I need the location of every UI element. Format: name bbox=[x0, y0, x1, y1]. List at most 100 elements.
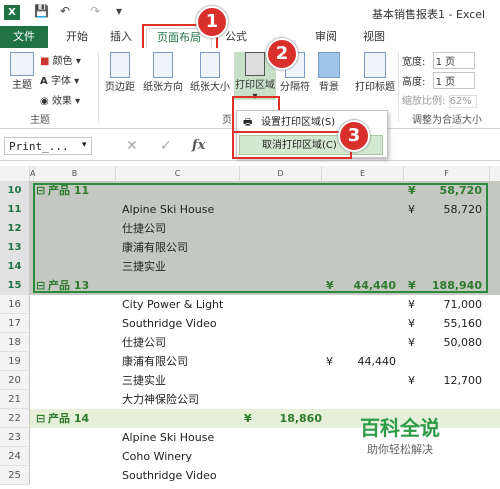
effects-label: 效果 bbox=[51, 96, 72, 107]
effects-icon: ◉ bbox=[40, 96, 49, 107]
tab-insert[interactable]: 插入 bbox=[104, 28, 138, 46]
size-button[interactable]: 纸张大小 bbox=[188, 52, 232, 93]
cell-f[interactable]: 12,700 bbox=[430, 371, 483, 390]
effects-button[interactable]: ◉ 效果 ▾ bbox=[40, 92, 96, 107]
height-label: 高度: bbox=[402, 77, 426, 88]
scale-height-row: 高度: 1 页 bbox=[402, 72, 498, 89]
themes-button[interactable]: 主题 bbox=[6, 52, 38, 91]
row-header[interactable]: 11 bbox=[0, 200, 30, 219]
step-badge-1: 1 bbox=[196, 6, 228, 38]
margins-icon bbox=[110, 52, 130, 78]
row-header[interactable]: 10 bbox=[0, 181, 30, 200]
set-print-area-icon: 🖶 bbox=[243, 117, 253, 128]
step-badge-3: 3 bbox=[338, 120, 370, 152]
customize-qat-icon[interactable]: ▾ bbox=[116, 4, 122, 18]
print-titles-icon bbox=[364, 52, 386, 78]
row-header[interactable]: 21 bbox=[0, 390, 30, 409]
table-row[interactable]: 20 三捷实业 ¥ 12,700 bbox=[0, 371, 500, 390]
row-header[interactable]: 16 bbox=[0, 295, 30, 314]
cell-f[interactable]: 55,160 bbox=[430, 314, 483, 333]
fonts-button[interactable]: A 字体 ▾ bbox=[40, 72, 96, 87]
cell-c[interactable]: City Power & Light bbox=[122, 295, 223, 314]
table-row[interactable]: 25 Southridge Video bbox=[0, 466, 500, 485]
enter-icon[interactable]: ✓ bbox=[160, 138, 172, 154]
width-select[interactable]: 1 页 bbox=[432, 52, 475, 69]
cell-c[interactable]: 大力神保险公司 bbox=[122, 390, 199, 409]
height-select[interactable]: 1 页 bbox=[432, 72, 475, 89]
size-label: 纸张大小 bbox=[190, 82, 230, 93]
row-header[interactable]: 13 bbox=[0, 238, 30, 257]
redo-icon[interactable]: ↷ bbox=[90, 4, 100, 18]
cell-f-currency: ¥ bbox=[408, 317, 415, 330]
cell-c[interactable]: Southridge Video bbox=[122, 466, 217, 485]
column-header-d[interactable]: D bbox=[240, 166, 322, 181]
cell-c: ¥ bbox=[244, 412, 252, 425]
column-header-c[interactable]: C bbox=[116, 166, 240, 181]
select-all-corner[interactable] bbox=[0, 166, 30, 181]
row-header[interactable]: 23 bbox=[0, 428, 30, 447]
fonts-label: 字体 bbox=[50, 76, 71, 87]
name-box-dropdown-icon[interactable]: ▾ bbox=[82, 140, 87, 150]
margins-button[interactable]: 页边距 bbox=[102, 52, 138, 93]
print-titles-button[interactable]: 打印标题 bbox=[352, 52, 398, 93]
print-titles-label: 打印标题 bbox=[355, 82, 395, 93]
cell-f-currency: ¥ bbox=[408, 336, 415, 349]
function-icon[interactable]: fx bbox=[192, 138, 205, 153]
row-header[interactable]: 25 bbox=[0, 466, 30, 485]
cell-c[interactable]: 康浦有限公司 bbox=[122, 352, 188, 371]
group-toggle-icon[interactable]: ⊟ bbox=[36, 409, 45, 428]
table-row[interactable]: 21 大力神保险公司 bbox=[0, 390, 500, 409]
step-badge-2: 2 bbox=[266, 38, 298, 70]
background-icon bbox=[318, 52, 340, 78]
print-area-border bbox=[33, 183, 488, 293]
tab-review[interactable]: 审阅 bbox=[308, 28, 344, 46]
row-header[interactable]: 15 bbox=[0, 276, 30, 295]
cell-f[interactable]: 50,080 bbox=[430, 333, 483, 352]
table-row[interactable]: 17 Southridge Video ¥ 55,160 bbox=[0, 314, 500, 333]
group-divider bbox=[398, 52, 399, 122]
undo-icon[interactable]: ↶ bbox=[60, 4, 70, 18]
table-row[interactable]: 18 仕捷公司 ¥ 50,080 bbox=[0, 333, 500, 352]
tab-home[interactable]: 开始 bbox=[60, 28, 94, 46]
row-header[interactable]: 19 bbox=[0, 352, 30, 371]
background-button[interactable]: 背景 bbox=[314, 52, 344, 93]
row-header[interactable]: 24 bbox=[0, 447, 30, 466]
column-header-e[interactable]: E bbox=[322, 166, 404, 181]
row-header[interactable]: 14 bbox=[0, 257, 30, 276]
column-header-f[interactable]: F bbox=[404, 166, 490, 181]
cell-c[interactable]: 仕捷公司 bbox=[122, 333, 166, 352]
cell-d: ¥ bbox=[326, 355, 333, 368]
cancel-icon[interactable]: ✕ bbox=[126, 138, 138, 154]
fonts-icon: A bbox=[40, 76, 48, 87]
group-label-page: 页 bbox=[222, 115, 232, 126]
background-label: 背景 bbox=[319, 82, 339, 93]
row-header[interactable]: 17 bbox=[0, 314, 30, 333]
column-header-b[interactable]: B bbox=[34, 166, 116, 181]
table-row[interactable]: 19 康浦有限公司 ¥ 44,440 bbox=[0, 352, 500, 371]
ribbon-tabs: 文件 开始 插入 页面布局 公式 审阅 视图 bbox=[0, 26, 500, 49]
cell-e[interactable]: 44,440 bbox=[344, 352, 397, 371]
table-row[interactable]: 16 City Power & Light ¥ 71,000 bbox=[0, 295, 500, 314]
row-header[interactable]: 12 bbox=[0, 219, 30, 238]
tab-view[interactable]: 视图 bbox=[356, 28, 392, 46]
cell-c[interactable]: Southridge Video bbox=[122, 314, 217, 333]
cell-c[interactable]: Alpine Ski House bbox=[122, 428, 214, 447]
save-icon[interactable]: 💾 bbox=[34, 4, 49, 18]
cell-d[interactable]: 18,860 bbox=[270, 409, 322, 428]
cell-c[interactable]: 三捷实业 bbox=[122, 371, 166, 390]
cell-c[interactable]: Coho Winery bbox=[122, 447, 192, 466]
orientation-icon bbox=[153, 52, 173, 78]
highlight-clear-print-area bbox=[232, 131, 352, 159]
tab-file[interactable]: 文件 bbox=[0, 26, 48, 48]
row-header[interactable]: 18 bbox=[0, 333, 30, 352]
margins-label: 页边距 bbox=[105, 82, 135, 93]
orientation-button[interactable]: 纸张方向 bbox=[140, 52, 186, 93]
colors-button[interactable]: ■ 颜色 ▾ bbox=[40, 52, 96, 67]
cell-b[interactable]: 产品 14 bbox=[48, 409, 89, 428]
zoom-spinner[interactable]: 62% bbox=[448, 95, 477, 108]
cell-f[interactable]: 71,000 bbox=[430, 295, 483, 314]
row-header[interactable]: 22 bbox=[0, 409, 30, 428]
watermark: 百科全说 助你轻松解决 bbox=[360, 412, 440, 457]
name-box[interactable]: Print_... bbox=[4, 137, 92, 155]
row-header[interactable]: 20 bbox=[0, 371, 30, 390]
